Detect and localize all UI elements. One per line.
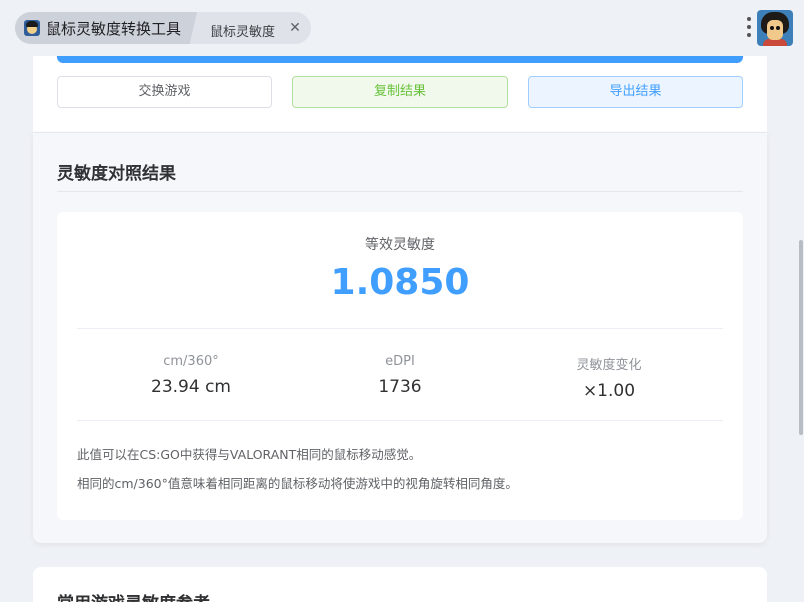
reference-card: 常用游戏灵敏度参考	[33, 567, 767, 602]
profile-avatar[interactable]	[757, 10, 793, 46]
scrollbar-thumb[interactable]	[799, 240, 803, 435]
stat-label: 灵敏度变化	[576, 358, 642, 373]
stat-sensitivity-change: 灵敏度变化 ×1.00	[495, 354, 723, 401]
export-result-button[interactable]: 导出结果	[528, 76, 743, 108]
section-title: 常用游戏灵敏度参考	[57, 589, 210, 602]
section-title: 灵敏度对照结果	[57, 164, 176, 184]
tab-page-title[interactable]: 鼠标灵敏度	[210, 21, 275, 40]
divider	[77, 420, 723, 421]
stat-value: ×1.00	[582, 381, 636, 401]
equivalent-sensitivity-label: 等效灵敏度	[365, 237, 435, 253]
stat-value: 1736	[378, 377, 422, 397]
stat-label: eDPI	[385, 354, 415, 369]
convert-button[interactable]	[57, 56, 743, 63]
copy-result-button[interactable]: 复制结果	[292, 76, 508, 108]
stat-cm360: cm/360° 23.94 cm	[77, 354, 305, 397]
result-card: 灵敏度对照结果 等效灵敏度 1.0850 cm/360° 23.94 cm eD…	[33, 132, 767, 543]
equivalent-sensitivity-value: 1.0850	[330, 262, 470, 303]
kebab-menu-icon[interactable]	[742, 15, 756, 39]
app-avatar-icon	[24, 20, 40, 36]
result-note: 相同的cm/360°值意味着相同距离的鼠标移动将使游戏中的视角旋转相同角度。	[77, 476, 518, 491]
stat-value: 23.94 cm	[151, 377, 231, 397]
stat-edpi: eDPI 1736	[286, 354, 514, 397]
stat-label: cm/360°	[163, 354, 219, 369]
result-note: 此值可以在CS:GO中获得与VALORANT相同的鼠标移动感觉。	[77, 447, 422, 462]
divider	[57, 191, 743, 192]
tab-app-title: 鼠标灵敏度转换工具	[46, 20, 182, 38]
content-area[interactable]: 交换游戏 复制结果 导出结果 灵敏度对照结果 等效灵敏度 1.0850 cm/3…	[0, 56, 798, 602]
tab-group[interactable]: 鼠标灵敏度转换工具 鼠标灵敏度 ✕	[15, 12, 311, 44]
tab-app[interactable]: 鼠标灵敏度转换工具	[15, 12, 197, 44]
browser-tab-strip: 鼠标灵敏度转换工具 鼠标灵敏度 ✕	[0, 0, 804, 56]
action-card: 交换游戏 复制结果 导出结果	[33, 56, 767, 132]
divider	[77, 328, 723, 329]
close-icon[interactable]: ✕	[287, 20, 303, 36]
swap-games-button[interactable]: 交换游戏	[57, 76, 272, 108]
result-panel: 等效灵敏度 1.0850 cm/360° 23.94 cm eDPI 1736 …	[57, 212, 743, 520]
